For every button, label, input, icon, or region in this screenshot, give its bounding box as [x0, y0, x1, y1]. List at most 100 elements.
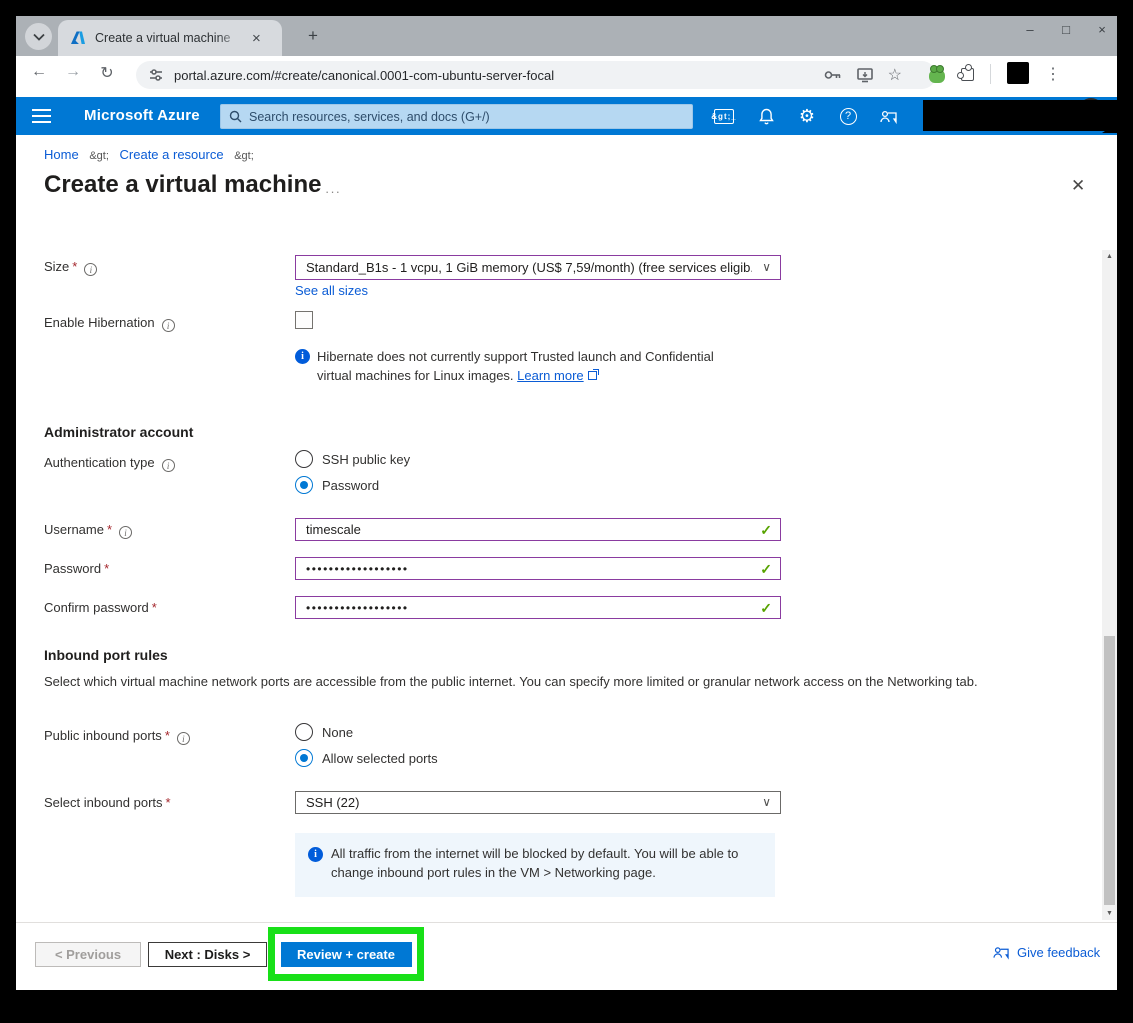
address-bar[interactable]: portal.azure.com/#create/canonical.0001-…	[136, 61, 936, 89]
frog-extension-icon[interactable]	[929, 69, 945, 83]
azure-brand[interactable]: Microsoft Azure	[84, 107, 200, 124]
give-feedback-label: Give feedback	[1017, 945, 1100, 960]
extensions-puzzle-icon[interactable]	[961, 68, 974, 81]
inbound-rules-heading: Inbound port rules	[44, 647, 168, 663]
auth-ssh-radio[interactable]	[295, 450, 313, 468]
valid-check-icon: ✓	[760, 522, 772, 539]
browser-tab[interactable]: Create a virtual machine ×	[58, 20, 282, 56]
select-ports-value: SSH (22)	[306, 795, 359, 810]
settings-gear-icon[interactable]: ⚙	[798, 107, 816, 125]
info-badge-icon: i	[295, 349, 310, 364]
breadcrumb-create-resource-link[interactable]: Create a resource	[120, 147, 224, 162]
learn-more-link[interactable]: Learn more	[517, 368, 583, 383]
bookmark-star-icon[interactable]: ☆	[888, 65, 902, 85]
valid-check-icon: ✓	[760, 561, 772, 578]
site-info-icon[interactable]	[148, 67, 164, 83]
info-icon[interactable]: i	[119, 526, 132, 539]
info-icon[interactable]: i	[177, 732, 190, 745]
password-value-masked: ••••••••••••••••••	[306, 562, 409, 576]
toolbar-divider	[990, 64, 991, 84]
hibernation-label: Enable Hibernationi	[44, 315, 175, 332]
back-icon[interactable]: ←	[28, 63, 50, 81]
admin-account-heading: Administrator account	[44, 424, 193, 440]
profile-avatar-redacted[interactable]	[1007, 62, 1029, 84]
ports-none-label[interactable]: None	[322, 725, 353, 740]
cloud-shell-icon[interactable]: &gt;_	[714, 109, 734, 124]
azure-search-input[interactable]: Search resources, services, and docs (G+…	[220, 104, 693, 129]
azure-favicon	[70, 30, 86, 46]
refresh-icon[interactable]: ↻	[96, 63, 118, 83]
chevron-down-icon: ∨	[762, 260, 771, 274]
account-info-redacted[interactable]	[923, 100, 1117, 131]
info-icon[interactable]: i	[162, 459, 175, 472]
username-label: Username*i	[44, 522, 132, 539]
new-tab-button[interactable]: +	[301, 24, 325, 48]
url-text[interactable]: portal.azure.com/#create/canonical.0001-…	[174, 68, 824, 83]
username-input[interactable]: timescale ✓	[295, 518, 781, 541]
required-asterisk: *	[72, 259, 77, 274]
auth-password-label[interactable]: Password	[322, 478, 379, 493]
select-ports-dropdown[interactable]: SSH (22) ∨	[295, 791, 781, 814]
feedback-icon	[993, 945, 1010, 960]
chevron-down-icon: ∨	[762, 795, 771, 809]
password-input[interactable]: •••••••••••••••••• ✓	[295, 557, 781, 580]
inbound-rules-description: Select which virtual machine network por…	[44, 674, 1056, 691]
azure-header: Microsoft Azure Search resources, servic…	[16, 97, 1117, 135]
info-icon[interactable]: i	[84, 263, 97, 276]
install-app-icon[interactable]	[857, 68, 873, 83]
public-ports-label: Public inbound ports*i	[44, 728, 190, 745]
breadcrumb-home-link[interactable]: Home	[44, 147, 79, 162]
forward-icon[interactable]: →	[62, 63, 84, 81]
auth-password-radio[interactable]	[295, 476, 313, 494]
select-ports-label: Select inbound ports*	[44, 795, 171, 810]
next-disks-button[interactable]: Next : Disks >	[148, 942, 267, 967]
azure-search-placeholder: Search resources, services, and docs (G+…	[249, 110, 490, 124]
scroll-down-icon[interactable]: ▼	[1102, 910, 1117, 917]
ports-allow-label[interactable]: Allow selected ports	[322, 751, 438, 766]
username-value: timescale	[306, 522, 361, 537]
give-feedback-link[interactable]: Give feedback	[993, 945, 1100, 960]
see-all-sizes-link[interactable]: See all sizes	[295, 283, 368, 298]
scroll-up-icon[interactable]: ▲	[1102, 253, 1117, 260]
breadcrumb-separator-icon: &gt;	[89, 150, 109, 162]
review-create-button[interactable]: Review + create	[281, 942, 412, 967]
tab-title: Create a virtual machine	[95, 31, 243, 45]
password-key-icon[interactable]	[824, 69, 842, 81]
browser-window: Create a virtual machine × + – □ × ← → ↻…	[16, 16, 1117, 990]
tab-search-button[interactable]	[25, 23, 52, 50]
hibernation-checkbox[interactable]	[295, 311, 313, 329]
auth-ssh-label[interactable]: SSH public key	[322, 452, 410, 467]
info-icon[interactable]: i	[162, 319, 175, 332]
auth-type-label: Authentication typei	[44, 455, 175, 472]
confirm-password-input[interactable]: •••••••••••••••••• ✓	[295, 596, 781, 619]
previous-button[interactable]: < Previous	[35, 942, 141, 967]
blade-close-icon[interactable]: ✕	[1071, 176, 1085, 196]
window-close-button[interactable]: ×	[1095, 22, 1109, 37]
browser-toolbar: ← → ↻ portal.azure.com/#create/canonical…	[16, 56, 1117, 93]
window-maximize-button[interactable]: □	[1059, 22, 1073, 37]
tab-close-icon[interactable]: ×	[249, 30, 264, 47]
breadcrumb: Home &gt; Create a resource &gt;	[44, 147, 261, 162]
breadcrumb-separator-icon: &gt;	[234, 150, 254, 162]
size-dropdown[interactable]: Standard_B1s - 1 vcpu, 1 GiB memory (US$…	[295, 255, 781, 280]
inbound-info-box: i All traffic from the internet will be …	[295, 833, 775, 897]
help-icon[interactable]: ?	[840, 108, 857, 125]
ports-allow-radio[interactable]	[295, 749, 313, 767]
valid-check-icon: ✓	[760, 600, 772, 617]
title-context-menu-icon[interactable]: ···	[325, 184, 341, 199]
confirm-password-value-masked: ••••••••••••••••••	[306, 601, 409, 615]
notifications-bell-icon[interactable]	[757, 107, 775, 125]
footer-divider	[16, 922, 1117, 923]
scrollbar[interactable]: ▲ ▼	[1102, 250, 1117, 920]
window-minimize-button[interactable]: –	[1023, 22, 1037, 37]
tab-strip: Create a virtual machine × + – □ ×	[16, 16, 1117, 56]
external-link-icon	[588, 371, 597, 380]
feedback-icon[interactable]	[880, 107, 898, 125]
hamburger-menu-icon[interactable]	[32, 109, 51, 123]
browser-menu-icon[interactable]: ⋮	[1045, 64, 1061, 84]
size-dropdown-value: Standard_B1s - 1 vcpu, 1 GiB memory (US$…	[306, 260, 752, 275]
scrollbar-thumb[interactable]	[1104, 636, 1115, 905]
size-label: Size*i	[44, 259, 97, 276]
chevron-down-icon	[33, 33, 45, 41]
ports-none-radio[interactable]	[295, 723, 313, 741]
